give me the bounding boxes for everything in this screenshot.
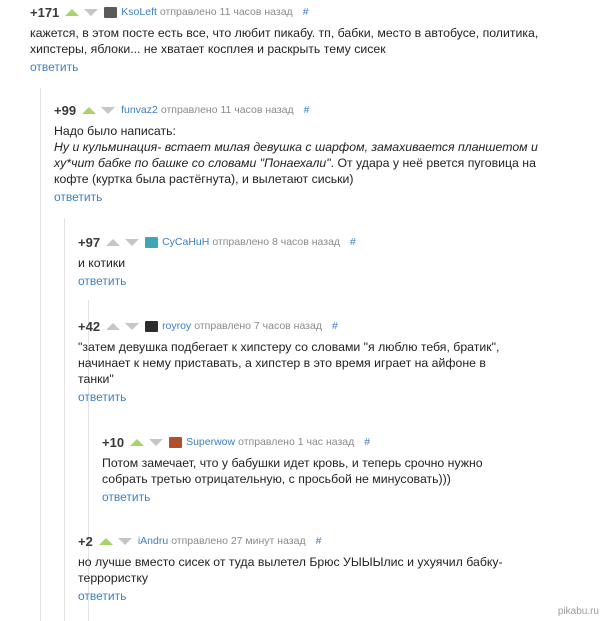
reply-link[interactable]: ответить — [78, 390, 126, 404]
username-link[interactable]: KsoLeft — [121, 6, 157, 18]
vote-up-arrow-icon[interactable] — [106, 238, 121, 246]
comment-line-italic: Ну и кульминация- встает милая девушка с… — [54, 140, 538, 154]
timestamp: отправлено 8 часов назад — [212, 236, 341, 248]
comment-line: и котики — [78, 256, 126, 270]
comment-rating: +2 — [78, 533, 93, 549]
avatar[interactable] — [104, 6, 118, 18]
comment-line: танки" — [78, 372, 114, 386]
vote-down-arrow-icon[interactable] — [149, 438, 164, 446]
username-link[interactable]: royroy — [162, 320, 191, 332]
comment-line: кажется, в этом посте есть все, что люби… — [30, 26, 539, 40]
comment: +2 iAndru отправлено 27 минут назад # но… — [78, 532, 605, 605]
comment-line: хипстеры, яблоки... не хватает косплея и… — [30, 42, 386, 56]
username-link[interactable]: funvaz2 — [121, 104, 158, 116]
permalink-hash[interactable]: # — [303, 6, 309, 18]
comment-line-tail: . От удара у неё рвется пуговица на — [330, 156, 536, 170]
username-link[interactable]: CyCaHuH — [162, 236, 209, 248]
timestamp: отправлено 1 час назад — [238, 436, 355, 448]
permalink-hash[interactable]: # — [316, 535, 322, 547]
comment-line: террористку — [78, 571, 149, 585]
comment-header: +97 CyCaHuH отправлено 8 часов назад # — [78, 233, 605, 251]
permalink-hash[interactable]: # — [304, 104, 310, 116]
comment-body: Надо было написать: Ну и кульминация- вс… — [54, 123, 605, 187]
timestamp: отправлено 27 минут назад — [171, 535, 306, 547]
vote-down-arrow-icon[interactable] — [84, 8, 99, 16]
avatar[interactable] — [145, 236, 159, 248]
avatar[interactable] — [169, 436, 183, 448]
comment: +42 royroy отправлено 7 часов назад # "з… — [78, 317, 605, 406]
comment-rating: +99 — [54, 102, 77, 118]
comment-header: +99 funvaz2 отправлено 11 часов назад # — [54, 101, 605, 119]
comment-line: но лучше вместо сисек от туда вылетел Бр… — [78, 555, 503, 569]
comment: +99 funvaz2 отправлено 11 часов назад # … — [54, 101, 605, 206]
username-link[interactable]: iAndru — [138, 535, 168, 547]
comment-line: Надо было написать: — [54, 124, 176, 138]
watermark: pikabu.ru — [557, 606, 599, 617]
reply-link[interactable]: ответить — [78, 589, 126, 603]
timestamp: отправлено 11 часов назад — [159, 6, 293, 18]
comment-line: собрать третью отрицательную, с просьбой… — [102, 472, 451, 486]
vote-up-arrow-icon[interactable] — [98, 537, 113, 545]
timestamp: отправлено 11 часов назад — [160, 104, 294, 116]
comment-body: "затем девушка подбегает к хипстеру со с… — [78, 339, 605, 387]
timestamp: отправлено 7 часов назад — [194, 320, 322, 332]
comment: +10 Superwow отправлено 1 час назад # По… — [102, 433, 605, 506]
vote-down-arrow-icon[interactable] — [117, 537, 132, 545]
comment-body: но лучше вместо сисек от туда вылетел Бр… — [78, 554, 605, 586]
reply-link[interactable]: ответить — [54, 190, 102, 204]
comment-body: кажется, в этом посте есть все, что люби… — [30, 25, 605, 57]
comment-rating: +10 — [102, 434, 125, 450]
permalink-hash[interactable]: # — [350, 236, 356, 248]
reply-link[interactable]: ответить — [102, 490, 150, 504]
avatar[interactable] — [145, 320, 159, 332]
vote-up-arrow-icon[interactable] — [82, 106, 97, 114]
comment-line: "затем девушка подбегает к хипстеру со с… — [78, 340, 500, 354]
comment-header: +2 iAndru отправлено 27 минут назад # — [78, 532, 605, 550]
thread-line — [64, 218, 65, 621]
thread-line — [40, 88, 41, 621]
comment-rating: +97 — [78, 234, 101, 250]
comment-body: и котики — [78, 255, 605, 271]
comment-line: Потом замечает, что у бабушки идет кровь… — [102, 456, 483, 470]
vote-up-arrow-icon[interactable] — [106, 322, 121, 330]
vote-up-arrow-icon[interactable] — [65, 8, 80, 16]
comment-header: +42 royroy отправлено 7 часов назад # — [78, 317, 605, 335]
thread-line — [88, 418, 89, 518]
comment: +171 KsoLeft отправлено 11 часов назад #… — [30, 3, 605, 76]
comment-header: +171 KsoLeft отправлено 11 часов назад # — [30, 3, 605, 21]
vote-up-arrow-icon[interactable] — [130, 438, 145, 446]
comment-rating: +171 — [30, 4, 60, 20]
vote-down-arrow-icon[interactable] — [125, 322, 140, 330]
username-link[interactable]: Superwow — [186, 436, 235, 448]
permalink-hash[interactable]: # — [364, 436, 370, 448]
comment-body: Потом замечает, что у бабушки идет кровь… — [102, 455, 605, 487]
comment: +97 CyCaHuH отправлено 8 часов назад # и… — [78, 233, 605, 290]
comment-header: +10 Superwow отправлено 1 час назад # — [102, 433, 605, 451]
comment-line: кофте (куртка была растёгнута), и вылета… — [54, 172, 354, 186]
vote-down-arrow-icon[interactable] — [101, 106, 116, 114]
permalink-hash[interactable]: # — [332, 320, 338, 332]
reply-link[interactable]: ответить — [30, 60, 78, 74]
vote-down-arrow-icon[interactable] — [125, 238, 140, 246]
comment-line-italic: ху*чит бабке по башке со словами "Понаех… — [54, 156, 331, 170]
comment-rating: +42 — [78, 318, 101, 334]
comment-line: начинает к нему приставать, а хипстер в … — [78, 356, 486, 370]
reply-link[interactable]: ответить — [78, 274, 126, 288]
